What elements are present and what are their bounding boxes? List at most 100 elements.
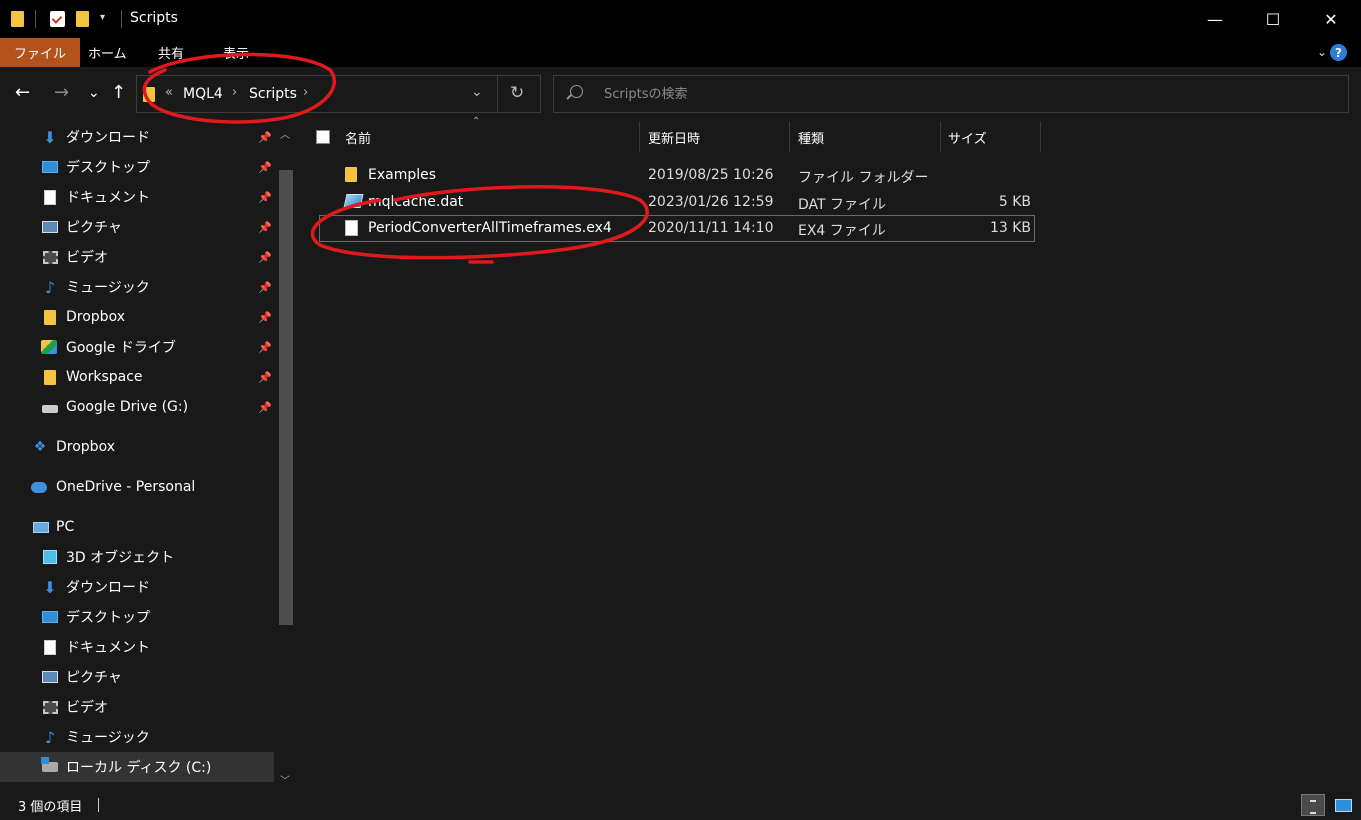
customize-toolbar-icon[interactable]: ▾ [100, 12, 105, 23]
breadcrumb-separator-icon[interactable]: › [232, 85, 237, 100]
nav-item-3d-objects[interactable]: 3D オブジェクト [0, 542, 274, 572]
breadcrumb-separator-icon[interactable]: › [303, 85, 308, 100]
close-button[interactable]: ✕ [1302, 0, 1360, 38]
nav-item-pictures[interactable]: ピクチャ 📌 [0, 212, 274, 242]
nav-item-pc-desktop[interactable]: デスクトップ [0, 602, 274, 632]
address-dropdown-icon[interactable]: ⌄ [471, 84, 483, 100]
breadcrumb-mql4[interactable]: MQL4 [183, 86, 223, 102]
pin-icon[interactable]: 📌 [258, 311, 272, 324]
download-icon: ⬇ [43, 127, 57, 147]
properties-icon[interactable] [50, 11, 65, 27]
nav-scrollbar[interactable]: ︿ ﹀ [276, 122, 296, 790]
up-button[interactable]: ↑ [111, 82, 126, 103]
column-header-name[interactable]: 名前 [345, 122, 371, 152]
file-modified: 2020/11/11 14:10 [648, 220, 774, 236]
nav-item-label: Dropbox [66, 309, 125, 325]
breadcrumb-scripts[interactable]: Scripts [249, 86, 297, 102]
file-row[interactable]: mqlcache.dat 2023/01/26 12:59 DAT ファイル 5… [319, 189, 1035, 216]
pictures-icon [42, 219, 58, 235]
nav-item-google-drive-jp[interactable]: Google ドライブ 📌 [0, 332, 274, 362]
pin-icon[interactable]: 📌 [258, 191, 272, 204]
tab-home[interactable]: ホーム [88, 38, 127, 67]
nav-item-pc-videos[interactable]: ビデオ [0, 692, 274, 722]
window-title: Scripts [130, 10, 178, 26]
divider [35, 10, 36, 28]
pin-icon[interactable]: 📌 [258, 251, 272, 264]
divider [497, 76, 498, 112]
tab-view[interactable]: 表示 [223, 38, 249, 67]
pin-icon[interactable]: 📌 [258, 281, 272, 294]
nav-item-label: Dropbox [56, 439, 115, 455]
column-header-modified[interactable]: 更新日時 [648, 122, 700, 152]
video-icon [42, 699, 58, 715]
pin-icon[interactable]: 📌 [258, 161, 272, 174]
pin-icon[interactable]: 📌 [258, 221, 272, 234]
nav-item-documents[interactable]: ドキュメント 📌 [0, 182, 274, 212]
onedrive-cloud-icon [31, 479, 47, 495]
pin-icon[interactable]: 📌 [258, 401, 272, 414]
search-input[interactable] [604, 84, 1304, 104]
column-divider[interactable] [639, 122, 640, 152]
folder-icon [11, 11, 24, 27]
file-icon [345, 220, 358, 236]
nav-item-videos[interactable]: ビデオ 📌 [0, 242, 274, 272]
nav-item-label: ダウンロード [66, 580, 150, 596]
address-row: ← → ⌄ ↑ « MQL4 › Scripts › ⌄ ↻ [0, 67, 1361, 122]
ribbon-tabs: ファイル ホーム 共有 表示 ⌄ ? [0, 38, 1361, 67]
column-header-size[interactable]: サイズ [948, 122, 987, 152]
nav-item-label: ビデオ [66, 250, 108, 266]
nav-item-onedrive[interactable]: OneDrive - Personal [0, 472, 274, 502]
pin-icon[interactable]: 📌 [258, 371, 272, 384]
back-button[interactable]: ← [15, 82, 30, 103]
music-icon: ♪ [44, 727, 56, 747]
nav-item-pc-downloads[interactable]: ⬇ ダウンロード [0, 572, 274, 602]
address-bar[interactable]: « MQL4 › Scripts › ⌄ ↻ [136, 75, 541, 113]
column-divider[interactable] [789, 122, 790, 152]
nav-item-dropbox[interactable]: ❖ Dropbox [0, 432, 274, 462]
nav-item-music[interactable]: ♪ ミュージック 📌 [0, 272, 274, 302]
video-icon [42, 249, 58, 265]
local-disk-icon [41, 757, 58, 775]
large-icons-view-button[interactable] [1331, 794, 1355, 816]
file-row[interactable]: PeriodConverterAllTimeframes.ex4 2020/11… [319, 215, 1035, 242]
nav-item-label: Google Drive (G:) [66, 399, 189, 415]
nav-item-label: デスクトップ [66, 160, 150, 176]
nav-item-dropbox-folder[interactable]: Dropbox 📌 [0, 302, 274, 332]
new-folder-icon[interactable] [76, 11, 89, 27]
nav-item-pc-pictures[interactable]: ピクチャ [0, 662, 274, 692]
recent-locations-button[interactable]: ⌄ [88, 85, 100, 101]
expand-ribbon-icon[interactable]: ⌄ [1317, 45, 1327, 59]
nav-item-workspace[interactable]: Workspace 📌 [0, 362, 274, 392]
column-divider[interactable] [1040, 122, 1041, 152]
nav-item-label: ミュージック [66, 730, 150, 746]
refresh-button[interactable]: ↻ [510, 83, 524, 103]
select-all-checkbox[interactable] [316, 130, 330, 144]
details-view-button[interactable] [1301, 794, 1325, 816]
pin-icon[interactable]: 📌 [258, 341, 272, 354]
forward-button[interactable]: → [54, 82, 69, 103]
nav-item-label: Workspace [66, 369, 143, 385]
pin-icon[interactable]: 📌 [258, 131, 272, 144]
nav-item-pc[interactable]: PC [0, 512, 274, 542]
google-drive-icon [41, 339, 57, 355]
minimize-button[interactable]: — [1186, 0, 1244, 38]
scroll-up-icon[interactable]: ︿ [280, 126, 290, 141]
scroll-down-icon[interactable]: ﹀ [280, 772, 290, 787]
search-box[interactable] [553, 75, 1349, 113]
nav-item-google-drive-g[interactable]: Google Drive (G:) 📌 [0, 392, 274, 422]
nav-item-downloads[interactable]: ⬇ ダウンロード 📌 [0, 122, 274, 152]
column-divider[interactable] [940, 122, 941, 152]
dat-file-icon [343, 194, 364, 208]
column-header-type[interactable]: 種類 [798, 122, 824, 152]
nav-item-desktop[interactable]: デスクトップ 📌 [0, 152, 274, 182]
tab-share[interactable]: 共有 [158, 38, 184, 67]
tab-file[interactable]: ファイル [0, 38, 81, 67]
help-icon[interactable]: ? [1330, 44, 1347, 61]
nav-item-pc-documents[interactable]: ドキュメント [0, 632, 274, 662]
scroll-thumb[interactable] [279, 170, 293, 625]
file-row[interactable]: Examples 2019/08/25 10:26 ファイル フォルダー [319, 162, 1035, 189]
maximize-button[interactable]: ☐ [1244, 0, 1302, 38]
nav-item-local-disk-c[interactable]: ローカル ディスク (C:) [0, 752, 274, 782]
nav-item-pc-music[interactable]: ♪ ミュージック [0, 722, 274, 752]
overflow-icon[interactable]: « [165, 85, 173, 100]
